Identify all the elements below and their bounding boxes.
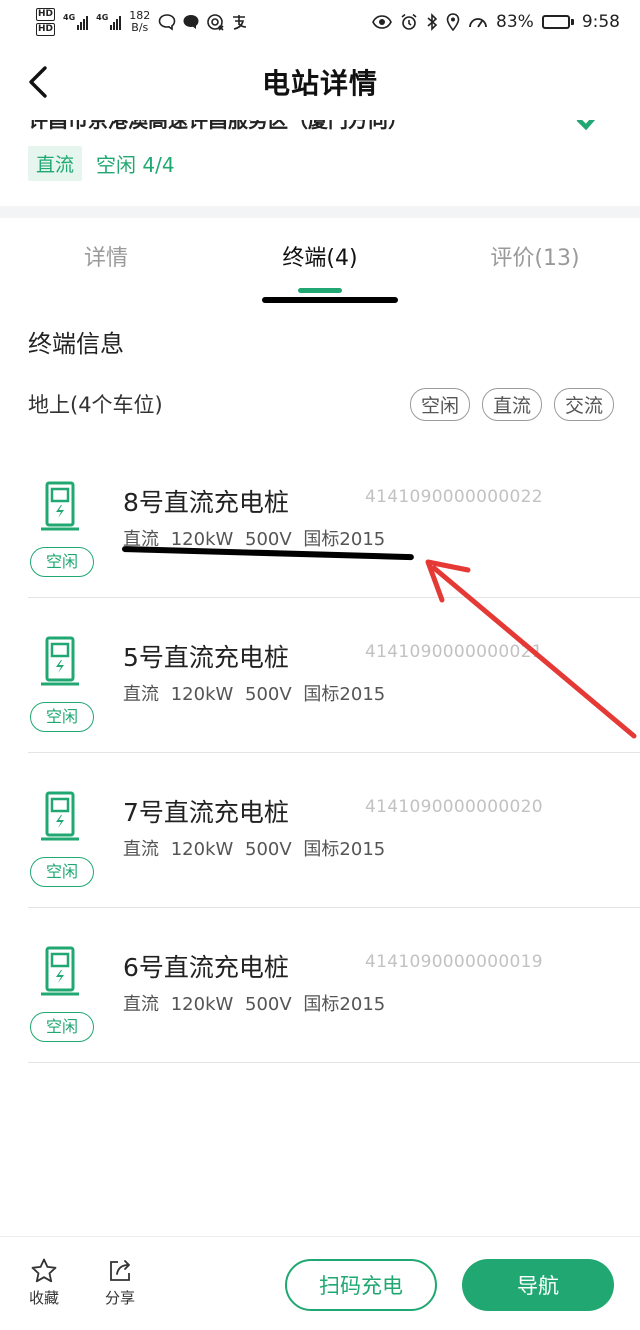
charger-icon: [41, 481, 79, 531]
tab-bar: 详情 终端(4) 评价(13): [0, 222, 640, 303]
signal-2-icon: 4G: [96, 13, 122, 30]
station-status: 空闲 4/4: [96, 153, 175, 177]
annotation-underline-tab: [262, 297, 398, 303]
terminal-section-title: 终端信息: [28, 330, 124, 358]
app-header: 电站详情: [0, 44, 640, 120]
page-title: 电站详情: [261, 67, 378, 100]
terminal-id: 4141090000000020: [365, 797, 543, 817]
wifi-off-icon: [207, 14, 224, 31]
battery-icon: [541, 15, 574, 29]
filter-ac[interactable]: 交流: [553, 387, 614, 421]
charger-icon: [41, 636, 79, 686]
hd-indicator: HD HD: [36, 7, 56, 37]
status-bar: HD HD 4G 4G 182 B/s 83% 9:58: [0, 0, 640, 44]
navigate-button[interactable]: 导航: [462, 1259, 614, 1311]
bottom-action-bar: 收藏 分享 扫码充电 导航: [0, 1236, 640, 1330]
terminal-card-6[interactable]: 空闲 6号直流充电桩 4141090000000019 直流 120kW 500…: [28, 908, 640, 1063]
station-summary: 许昌市京港澳高速许昌服务区（厦门方向） 直流 空闲 4/4: [0, 110, 640, 206]
terminal-spec: 直流 120kW 500V 国标2015: [123, 994, 386, 1015]
ground-row: 地上(4个车位) 空闲 直流 交流: [28, 387, 614, 421]
filter-chips: 空闲 直流 交流: [409, 387, 614, 421]
signal-1-icon: 4G: [63, 13, 89, 30]
tab-terminals[interactable]: 终端(4): [260, 240, 380, 272]
message-icon: [183, 15, 199, 29]
charger-icon: [41, 791, 79, 841]
dc-tag: 直流: [28, 146, 83, 181]
active-tab-indicator: [298, 288, 342, 293]
tab-details[interactable]: 详情: [60, 240, 152, 272]
share-label: 分享: [104, 1289, 135, 1307]
network-speed: 182 B/s: [129, 10, 150, 34]
filter-idle[interactable]: 空闲: [409, 387, 470, 421]
terminal-name: 6号直流充电桩: [123, 953, 289, 982]
eye-icon: [372, 15, 392, 29]
scan-charge-button[interactable]: 扫码充电: [285, 1259, 437, 1311]
charger-icon: [41, 946, 79, 996]
share-button[interactable]: 分享: [98, 1257, 142, 1308]
location-icon: [446, 13, 460, 31]
annotation-arrow-icon: [425, 559, 637, 739]
chat-bubble-icon: [158, 14, 176, 31]
alipay-icon: [233, 15, 247, 30]
net2-label: 4G: [96, 13, 109, 22]
hd2-label: HD: [36, 23, 56, 36]
speed-unit: B/s: [131, 21, 149, 34]
tab-reviews[interactable]: 评价(13): [470, 240, 600, 272]
terminal-list: 空闲 8号直流充电桩 4141090000000022 直流 120kW 500…: [0, 443, 640, 1063]
speedometer-icon: [469, 18, 487, 28]
favorite-button[interactable]: 收藏: [22, 1257, 66, 1308]
terminal-id: 4141090000000019: [365, 952, 543, 972]
terminal-spec: 直流 120kW 500V 国标2015: [123, 684, 386, 705]
terminal-spec: 直流 120kW 500V 国标2015: [123, 839, 386, 860]
filter-dc[interactable]: 直流: [481, 387, 542, 421]
status-badge: 空闲: [30, 702, 94, 732]
bluetooth-icon: [427, 13, 438, 31]
net1-label: 4G: [63, 13, 76, 22]
share-icon: [110, 1260, 130, 1281]
terminal-card-7[interactable]: 空闲 7号直流充电桩 4141090000000020 直流 120kW 500…: [28, 753, 640, 908]
clock: 9:58: [581, 12, 620, 32]
status-badge: 空闲: [30, 547, 94, 577]
status-badge: 空闲: [30, 857, 94, 887]
app-screen: HD HD 4G 4G 182 B/s 83% 9:58 电站详情 许昌市京港澳…: [0, 0, 640, 1330]
section-divider: [0, 206, 640, 218]
battery-percent: 83%: [496, 12, 534, 32]
hd1-label: HD: [36, 8, 56, 21]
terminal-name: 8号直流充电桩: [123, 488, 289, 517]
favorite-label: 收藏: [28, 1289, 59, 1307]
terminal-name: 7号直流充电桩: [123, 798, 289, 827]
alarm-icon: [401, 13, 417, 30]
terminal-id: 4141090000000022: [365, 487, 543, 507]
ground-label: 地上(4个车位): [28, 393, 163, 417]
status-badge: 空闲: [30, 1012, 94, 1042]
star-icon: [31, 1258, 57, 1283]
terminal-name: 5号直流充电桩: [123, 643, 289, 672]
